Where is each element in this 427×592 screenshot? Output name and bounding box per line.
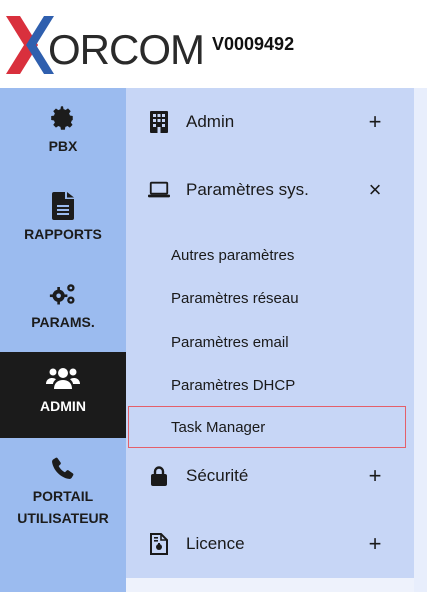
phone-icon xyxy=(49,454,77,482)
submenu-item-parametres-dhcp[interactable]: Paramètres DHCP xyxy=(126,366,414,404)
sidebar-item-label: RAPPORTS xyxy=(24,226,102,242)
sidebar-item-label: PARAMS. xyxy=(31,314,95,330)
admin-submenu: Admin + Paramètres sys. × Autres paramèt… xyxy=(126,88,414,578)
xorcom-logo[interactable]: ORCOM xyxy=(4,12,205,78)
menu-section-licence[interactable]: Licence + xyxy=(126,522,414,566)
gear-icon xyxy=(49,104,77,132)
content-area-edge xyxy=(414,88,427,592)
expand-toggle[interactable]: + xyxy=(364,463,386,489)
submenu-bottom-edge xyxy=(126,578,414,592)
sidebar-item-pbx[interactable]: PBX xyxy=(0,104,126,164)
sidebar-item-label: PBX xyxy=(48,138,78,154)
submenu-item-label: Paramètres réseau xyxy=(171,289,299,307)
submenu-item-label: Autres paramètres xyxy=(171,246,295,264)
building-icon xyxy=(148,111,170,133)
submenu-item-task-manager[interactable]: Task Manager xyxy=(128,406,406,448)
file-contract-icon xyxy=(148,533,170,555)
expand-toggle[interactable]: + xyxy=(364,109,386,135)
document-icon xyxy=(49,192,77,220)
laptop-icon xyxy=(148,179,170,201)
sidebar-item-label: PORTAIL UTILISATEUR xyxy=(17,488,109,526)
collapse-toggle[interactable]: × xyxy=(364,177,386,203)
sidebar-item-label: ADMIN xyxy=(40,398,86,414)
submenu-item-label: Paramètres DHCP xyxy=(171,376,296,394)
menu-section-label: Admin xyxy=(186,112,235,131)
sidebar: PBX RAPPORTS PARAMS. ADMIN PORTAIL UTILI… xyxy=(0,88,126,592)
menu-section-admin[interactable]: Admin + xyxy=(126,100,414,144)
menu-section-parametres-sys[interactable]: Paramètres sys. × xyxy=(126,168,414,212)
expand-toggle[interactable]: + xyxy=(364,531,386,557)
submenu-item-label: Paramètres email xyxy=(171,333,289,351)
logo-text: ORCOM xyxy=(48,26,205,73)
sidebar-item-portail-utilisateur[interactable]: PORTAIL UTILISATEUR xyxy=(0,454,126,534)
submenu-item-autres-parametres[interactable]: Autres paramètres xyxy=(126,236,414,274)
users-icon xyxy=(46,364,80,392)
header: ORCOM V0009492 xyxy=(0,0,427,88)
lock-icon xyxy=(148,465,170,487)
menu-section-label: Paramètres sys. xyxy=(186,180,309,199)
submenu-item-label: Task Manager xyxy=(171,418,266,436)
gears-icon xyxy=(49,280,77,308)
menu-section-label: Licence xyxy=(186,534,245,553)
sidebar-item-rapports[interactable]: RAPPORTS xyxy=(0,192,126,252)
submenu-item-parametres-email[interactable]: Paramètres email xyxy=(126,323,414,361)
device-id: V0009492 xyxy=(212,34,295,54)
menu-section-securite[interactable]: Sécurité + xyxy=(126,454,414,498)
submenu-item-parametres-reseau[interactable]: Paramètres réseau xyxy=(126,279,414,317)
menu-section-label: Sécurité xyxy=(186,466,249,485)
sidebar-item-admin[interactable]: ADMIN xyxy=(0,352,126,438)
sidebar-item-params[interactable]: PARAMS. xyxy=(0,280,126,340)
